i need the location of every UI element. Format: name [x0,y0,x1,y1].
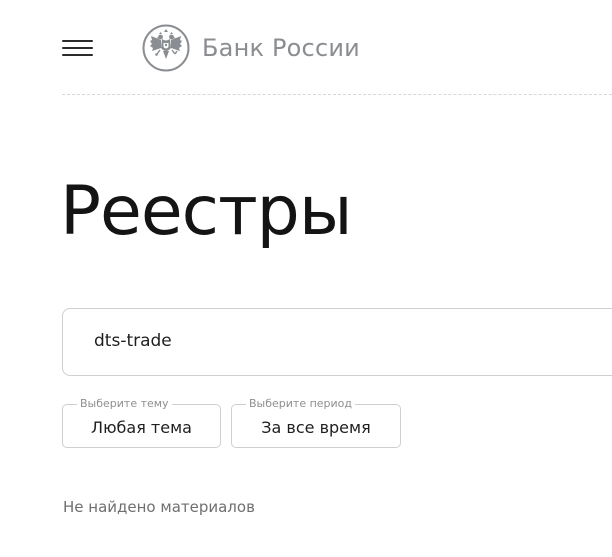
menu-line [62,47,93,49]
search-box[interactable] [62,308,612,376]
topic-filter-select[interactable]: Выберите тему Любая тема [62,397,221,448]
double-headed-eagle-emblem-icon [142,24,190,72]
period-filter-legend: Выберите период [246,397,356,411]
period-filter-value: За все время [261,418,371,437]
topic-filter-value: Любая тема [91,418,192,437]
hamburger-menu-icon[interactable] [62,38,93,58]
period-filter-select[interactable]: Выберите период За все время [231,397,401,448]
page: Банк России Реестры Выберите тему Любая … [0,0,612,557]
empty-results-message: Не найдено материалов [63,498,255,516]
bank-name: Банк России [202,34,360,62]
menu-line [62,54,93,56]
topic-filter-legend: Выберите тему [77,397,172,411]
bank-logo-link[interactable]: Банк России [142,22,360,74]
search-input[interactable] [94,331,594,351]
page-title: Реестры [60,172,353,251]
header-divider [62,94,612,95]
menu-line [62,40,93,42]
